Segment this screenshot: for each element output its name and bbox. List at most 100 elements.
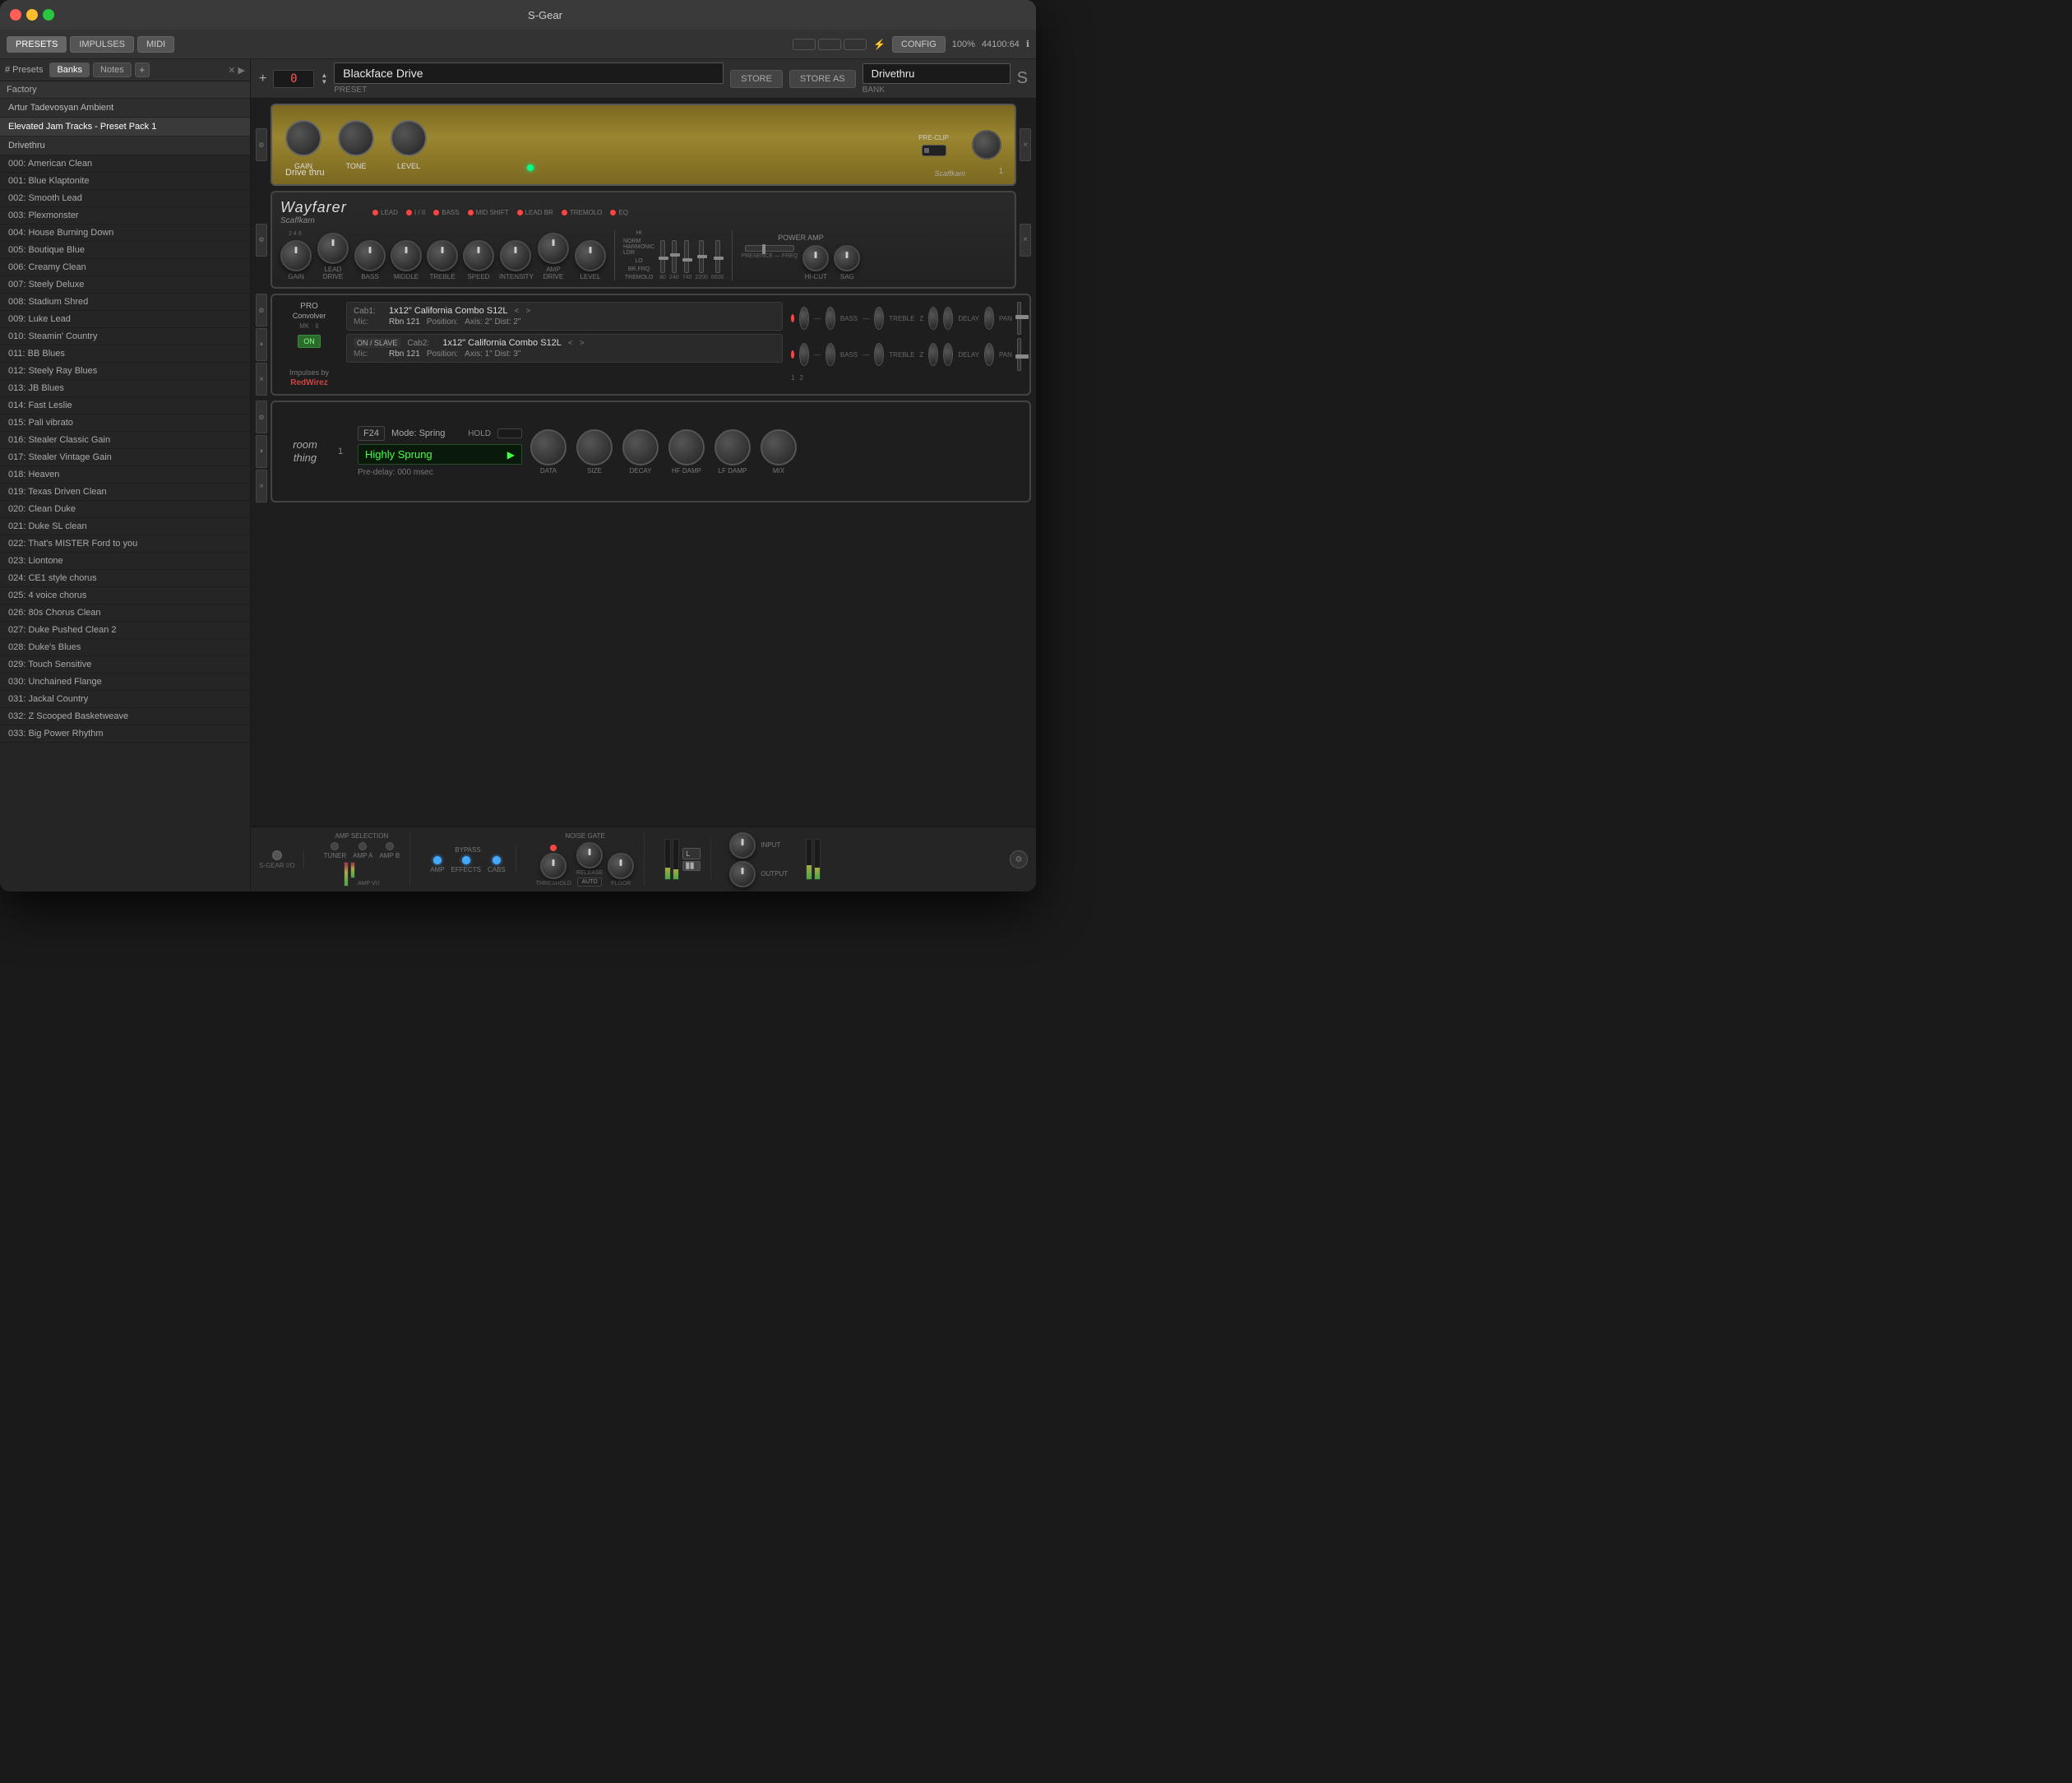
presets-tab[interactable]: PRESETS — [7, 36, 67, 53]
cab-settings-btn[interactable]: ⚙ — [256, 294, 267, 326]
cab1-treble-knob[interactable] — [874, 307, 884, 330]
store-as-button[interactable]: STORE AS — [789, 70, 856, 88]
preset-024[interactable]: 024: CE1 style chorus — [0, 570, 250, 587]
chain-add-button[interactable]: + — [259, 72, 266, 86]
minimize-button[interactable] — [26, 9, 38, 21]
preset-001[interactable]: 001: Blue Klaptonite — [0, 173, 250, 190]
preset-013[interactable]: 013: JB Blues — [0, 380, 250, 397]
amp-settings-btn[interactable]: ⚙ — [256, 224, 267, 257]
amp-close-btn[interactable]: × — [1020, 224, 1031, 257]
reverb-decay-knob[interactable] — [622, 429, 659, 465]
floor-knob[interactable] — [608, 853, 634, 879]
pedal-collapse-btn[interactable]: ⚙ — [256, 128, 267, 161]
preset-006[interactable]: 006: Creamy Clean — [0, 259, 250, 276]
preset-008[interactable]: 008: Stadium Shred — [0, 294, 250, 311]
preset-031[interactable]: 031: Jackal Country — [0, 691, 250, 708]
preset-033[interactable]: 033: Big Power Rhythm — [0, 725, 250, 743]
amp-leaddrive-knob[interactable] — [317, 233, 349, 264]
cab2-bypass-knob[interactable] — [799, 343, 809, 366]
amp-iii-indicator[interactable] — [406, 210, 412, 215]
sidebar-close-button[interactable]: ✕ ▶ — [228, 65, 245, 76]
cab2-delay-knob[interactable] — [943, 343, 953, 366]
cab2-onslave-label[interactable]: ON / SLAVE — [354, 338, 400, 348]
cab1-delay-knob[interactable] — [943, 307, 953, 330]
amp-speed-knob[interactable] — [463, 240, 494, 271]
cab1-bypass-knob[interactable] — [799, 307, 809, 330]
preset-027[interactable]: 027: Duke Pushed Clean 2 — [0, 622, 250, 639]
preset-011[interactable]: 011: BB Blues — [0, 345, 250, 363]
preset-010[interactable]: 010: Steamin' Country — [0, 328, 250, 345]
sidebar-banks-tab[interactable]: Banks — [49, 63, 90, 77]
sidebar-notes-tab[interactable]: Notes — [93, 63, 132, 77]
config-button[interactable]: CONFIG — [892, 36, 946, 53]
pedal-level-knob[interactable] — [391, 120, 427, 156]
cab1-bass-knob[interactable] — [826, 307, 835, 330]
preset-007[interactable]: 007: Steely Deluxe — [0, 276, 250, 294]
fullscreen-button[interactable] — [43, 9, 54, 21]
amp-leadbr-indicator[interactable] — [517, 210, 523, 215]
pedal-tone-knob[interactable] — [338, 120, 374, 156]
input-knob[interactable] — [729, 832, 756, 859]
preset-025[interactable]: 025: 4 voice chorus — [0, 587, 250, 604]
amp-bass-indicator[interactable] — [433, 210, 439, 215]
reverb-hold-toggle[interactable] — [497, 428, 522, 438]
cab1-fader[interactable] — [1017, 302, 1021, 335]
amp-eq-indicator[interactable] — [610, 210, 616, 215]
preset-032[interactable]: 032: Z Scooped Basketweave — [0, 708, 250, 725]
preset-026[interactable]: 026: 80s Chorus Clean — [0, 604, 250, 622]
reverb-lfdamp-knob[interactable] — [715, 429, 751, 465]
preset-018[interactable]: 018: Heaven — [0, 466, 250, 484]
settings-wheel-btn[interactable]: ⚙ — [1010, 850, 1028, 868]
midi-tab[interactable]: MIDI — [137, 36, 174, 53]
amp-midshift-indicator[interactable] — [468, 210, 474, 215]
cab1-pan-knob[interactable] — [984, 307, 994, 330]
amp-ampdrive-knob[interactable] — [538, 233, 569, 264]
preset-009[interactable]: 009: Luke Lead — [0, 311, 250, 328]
cab2-next-btn[interactable]: > — [580, 339, 585, 348]
reverb-data-knob[interactable] — [530, 429, 567, 465]
amp-intensity-knob[interactable] — [500, 240, 531, 271]
close-button[interactable] — [10, 9, 21, 21]
cab2-bass-knob[interactable] — [826, 343, 835, 366]
amp-tremolo-indicator[interactable] — [562, 210, 567, 215]
preset-019[interactable]: 019: Texas Driven Clean — [0, 484, 250, 501]
reverb-hfdamp-knob[interactable] — [668, 429, 705, 465]
preset-004[interactable]: 004: House Burning Down — [0, 225, 250, 242]
preset-020[interactable]: 020: Clean Duke — [0, 501, 250, 518]
impulses-tab[interactable]: IMPULSES — [70, 36, 134, 53]
preset-017[interactable]: 017: Stealer Vintage Gain — [0, 449, 250, 466]
cab-on-button[interactable]: ON — [298, 335, 321, 348]
reverb-mix-knob[interactable] — [761, 429, 797, 465]
preset-012[interactable]: 012: Steely Ray Blues — [0, 363, 250, 380]
release-auto-btn[interactable]: AUTO — [577, 878, 601, 887]
amp-treble-knob[interactable] — [427, 240, 458, 271]
preset-015[interactable]: 015: Pali vibrato — [0, 414, 250, 432]
amp-gain-knob[interactable] — [280, 240, 312, 271]
cab2-pan-knob[interactable] — [984, 343, 994, 366]
sidebar-add-button[interactable]: + — [135, 63, 150, 77]
channel-stereo-btn[interactable]: ▊▊ — [682, 861, 701, 871]
amp-middle-knob[interactable] — [391, 240, 422, 271]
store-button[interactable]: STORE — [730, 70, 783, 88]
sidebar-bank-artur[interactable]: Artur Tadevosyan Ambient — [0, 99, 250, 118]
cab-close-btn[interactable]: × — [256, 363, 267, 396]
hicut-knob[interactable] — [802, 245, 829, 271]
preset-next-btn[interactable]: ▼ — [321, 79, 327, 86]
cab2-prev-btn[interactable]: < — [568, 339, 573, 348]
bank-name-input[interactable] — [863, 63, 1011, 84]
preset-022[interactable]: 022: That's MISTER Ford to you — [0, 535, 250, 553]
reverb-close-btn[interactable]: × — [256, 470, 267, 502]
cab2-treble-knob[interactable] — [874, 343, 884, 366]
preset-014[interactable]: 014: Fast Leslie — [0, 397, 250, 414]
preset-nav[interactable]: ▲ ▼ — [321, 72, 327, 86]
preset-003[interactable]: 003: Plexmonster — [0, 207, 250, 225]
preset-028[interactable]: 028: Duke's Blues — [0, 639, 250, 656]
pedal-close-btn[interactable]: × — [1020, 128, 1031, 161]
cab1-prev-btn[interactable]: < — [515, 307, 520, 316]
amp-lead-indicator[interactable] — [372, 210, 378, 215]
sag-knob[interactable] — [834, 245, 860, 271]
preset-023[interactable]: 023: Liontone — [0, 553, 250, 570]
sidebar-bank-elevated[interactable]: Elevated Jam Tracks - Preset Pack 1 — [0, 118, 250, 137]
channel-l-btn[interactable]: L — [682, 848, 701, 859]
cab-pause-btn[interactable]: ⏸ — [256, 328, 267, 361]
